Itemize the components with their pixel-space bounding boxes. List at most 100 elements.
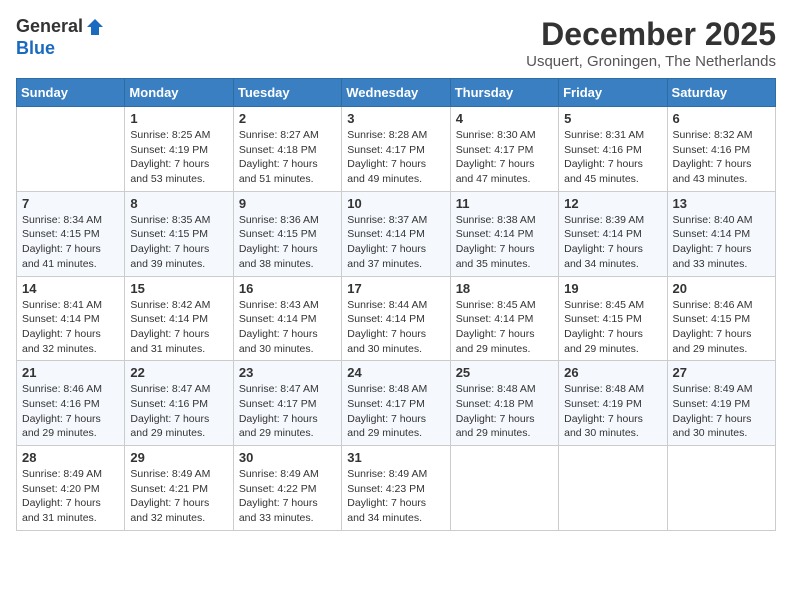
day-number: 7 — [22, 196, 119, 211]
day-number: 2 — [239, 111, 336, 126]
day-info: Sunrise: 8:46 AMSunset: 4:15 PMDaylight:… — [673, 298, 770, 357]
day-info: Sunrise: 8:49 AMSunset: 4:23 PMDaylight:… — [347, 467, 444, 526]
calendar-cell: 31 Sunrise: 8:49 AMSunset: 4:23 PMDaylig… — [342, 446, 450, 531]
day-number: 12 — [564, 196, 661, 211]
calendar-cell: 5 Sunrise: 8:31 AMSunset: 4:16 PMDayligh… — [559, 107, 667, 192]
calendar-week-row: 14 Sunrise: 8:41 AMSunset: 4:14 PMDaylig… — [17, 276, 776, 361]
calendar-cell: 6 Sunrise: 8:32 AMSunset: 4:16 PMDayligh… — [667, 107, 775, 192]
day-number: 16 — [239, 281, 336, 296]
calendar-cell: 28 Sunrise: 8:49 AMSunset: 4:20 PMDaylig… — [17, 446, 125, 531]
calendar-cell: 25 Sunrise: 8:48 AMSunset: 4:18 PMDaylig… — [450, 361, 558, 446]
calendar-cell: 16 Sunrise: 8:43 AMSunset: 4:14 PMDaylig… — [233, 276, 341, 361]
day-number: 29 — [130, 450, 227, 465]
calendar-cell: 21 Sunrise: 8:46 AMSunset: 4:16 PMDaylig… — [17, 361, 125, 446]
day-info: Sunrise: 8:43 AMSunset: 4:14 PMDaylight:… — [239, 298, 336, 357]
day-info: Sunrise: 8:48 AMSunset: 4:18 PMDaylight:… — [456, 382, 553, 441]
weekday-header: Friday — [559, 79, 667, 107]
logo-icon — [85, 17, 105, 37]
day-number: 19 — [564, 281, 661, 296]
weekday-header: Sunday — [17, 79, 125, 107]
calendar-cell: 19 Sunrise: 8:45 AMSunset: 4:15 PMDaylig… — [559, 276, 667, 361]
weekday-header: Saturday — [667, 79, 775, 107]
day-info: Sunrise: 8:48 AMSunset: 4:17 PMDaylight:… — [347, 382, 444, 441]
day-number: 9 — [239, 196, 336, 211]
day-info: Sunrise: 8:35 AMSunset: 4:15 PMDaylight:… — [130, 213, 227, 272]
day-number: 21 — [22, 365, 119, 380]
day-number: 5 — [564, 111, 661, 126]
day-info: Sunrise: 8:45 AMSunset: 4:14 PMDaylight:… — [456, 298, 553, 357]
day-number: 20 — [673, 281, 770, 296]
day-info: Sunrise: 8:25 AMSunset: 4:19 PMDaylight:… — [130, 128, 227, 187]
day-info: Sunrise: 8:28 AMSunset: 4:17 PMDaylight:… — [347, 128, 444, 187]
weekday-header: Thursday — [450, 79, 558, 107]
day-number: 1 — [130, 111, 227, 126]
day-info: Sunrise: 8:42 AMSunset: 4:14 PMDaylight:… — [130, 298, 227, 357]
day-number: 13 — [673, 196, 770, 211]
day-info: Sunrise: 8:41 AMSunset: 4:14 PMDaylight:… — [22, 298, 119, 357]
day-number: 31 — [347, 450, 444, 465]
day-number: 17 — [347, 281, 444, 296]
day-info: Sunrise: 8:36 AMSunset: 4:15 PMDaylight:… — [239, 213, 336, 272]
calendar-cell: 30 Sunrise: 8:49 AMSunset: 4:22 PMDaylig… — [233, 446, 341, 531]
location: Usquert, Groningen, The Netherlands — [526, 53, 776, 70]
day-info: Sunrise: 8:39 AMSunset: 4:14 PMDaylight:… — [564, 213, 661, 272]
day-info: Sunrise: 8:27 AMSunset: 4:18 PMDaylight:… — [239, 128, 336, 187]
day-number: 10 — [347, 196, 444, 211]
weekday-header: Tuesday — [233, 79, 341, 107]
day-info: Sunrise: 8:49 AMSunset: 4:22 PMDaylight:… — [239, 467, 336, 526]
day-number: 22 — [130, 365, 227, 380]
calendar-cell: 1 Sunrise: 8:25 AMSunset: 4:19 PMDayligh… — [125, 107, 233, 192]
calendar-cell: 9 Sunrise: 8:36 AMSunset: 4:15 PMDayligh… — [233, 191, 341, 276]
calendar-header-row: SundayMondayTuesdayWednesdayThursdayFrid… — [17, 79, 776, 107]
day-info: Sunrise: 8:49 AMSunset: 4:20 PMDaylight:… — [22, 467, 119, 526]
calendar-cell — [17, 107, 125, 192]
day-number: 4 — [456, 111, 553, 126]
calendar-cell: 18 Sunrise: 8:45 AMSunset: 4:14 PMDaylig… — [450, 276, 558, 361]
day-number: 14 — [22, 281, 119, 296]
calendar-cell: 13 Sunrise: 8:40 AMSunset: 4:14 PMDaylig… — [667, 191, 775, 276]
day-info: Sunrise: 8:48 AMSunset: 4:19 PMDaylight:… — [564, 382, 661, 441]
calendar-week-row: 28 Sunrise: 8:49 AMSunset: 4:20 PMDaylig… — [17, 446, 776, 531]
calendar-cell: 24 Sunrise: 8:48 AMSunset: 4:17 PMDaylig… — [342, 361, 450, 446]
day-number: 28 — [22, 450, 119, 465]
calendar-week-row: 7 Sunrise: 8:34 AMSunset: 4:15 PMDayligh… — [17, 191, 776, 276]
day-number: 24 — [347, 365, 444, 380]
logo-general-text: General — [16, 16, 83, 38]
calendar-cell: 15 Sunrise: 8:42 AMSunset: 4:14 PMDaylig… — [125, 276, 233, 361]
calendar-cell: 7 Sunrise: 8:34 AMSunset: 4:15 PMDayligh… — [17, 191, 125, 276]
day-info: Sunrise: 8:46 AMSunset: 4:16 PMDaylight:… — [22, 382, 119, 441]
calendar-cell: 27 Sunrise: 8:49 AMSunset: 4:19 PMDaylig… — [667, 361, 775, 446]
calendar-cell: 17 Sunrise: 8:44 AMSunset: 4:14 PMDaylig… — [342, 276, 450, 361]
calendar-table: SundayMondayTuesdayWednesdayThursdayFrid… — [16, 78, 776, 531]
title-block: December 2025 Usquert, Groningen, The Ne… — [526, 16, 776, 70]
calendar-cell: 8 Sunrise: 8:35 AMSunset: 4:15 PMDayligh… — [125, 191, 233, 276]
calendar-cell — [667, 446, 775, 531]
calendar-cell: 14 Sunrise: 8:41 AMSunset: 4:14 PMDaylig… — [17, 276, 125, 361]
day-number: 27 — [673, 365, 770, 380]
calendar-cell: 3 Sunrise: 8:28 AMSunset: 4:17 PMDayligh… — [342, 107, 450, 192]
page-header: General Blue December 2025 Usquert, Gron… — [16, 16, 776, 70]
calendar-cell: 26 Sunrise: 8:48 AMSunset: 4:19 PMDaylig… — [559, 361, 667, 446]
day-info: Sunrise: 8:44 AMSunset: 4:14 PMDaylight:… — [347, 298, 444, 357]
weekday-header: Monday — [125, 79, 233, 107]
calendar-cell: 10 Sunrise: 8:37 AMSunset: 4:14 PMDaylig… — [342, 191, 450, 276]
day-info: Sunrise: 8:34 AMSunset: 4:15 PMDaylight:… — [22, 213, 119, 272]
day-info: Sunrise: 8:31 AMSunset: 4:16 PMDaylight:… — [564, 128, 661, 187]
day-number: 8 — [130, 196, 227, 211]
day-number: 30 — [239, 450, 336, 465]
calendar-cell: 2 Sunrise: 8:27 AMSunset: 4:18 PMDayligh… — [233, 107, 341, 192]
logo: General Blue — [16, 16, 105, 59]
day-number: 6 — [673, 111, 770, 126]
day-number: 23 — [239, 365, 336, 380]
calendar-cell: 22 Sunrise: 8:47 AMSunset: 4:16 PMDaylig… — [125, 361, 233, 446]
day-info: Sunrise: 8:49 AMSunset: 4:21 PMDaylight:… — [130, 467, 227, 526]
calendar-cell — [450, 446, 558, 531]
day-number: 18 — [456, 281, 553, 296]
weekday-header: Wednesday — [342, 79, 450, 107]
calendar-cell: 4 Sunrise: 8:30 AMSunset: 4:17 PMDayligh… — [450, 107, 558, 192]
logo-blue-text: Blue — [16, 38, 55, 58]
day-info: Sunrise: 8:47 AMSunset: 4:16 PMDaylight:… — [130, 382, 227, 441]
day-info: Sunrise: 8:49 AMSunset: 4:19 PMDaylight:… — [673, 382, 770, 441]
calendar-cell: 12 Sunrise: 8:39 AMSunset: 4:14 PMDaylig… — [559, 191, 667, 276]
calendar-week-row: 21 Sunrise: 8:46 AMSunset: 4:16 PMDaylig… — [17, 361, 776, 446]
